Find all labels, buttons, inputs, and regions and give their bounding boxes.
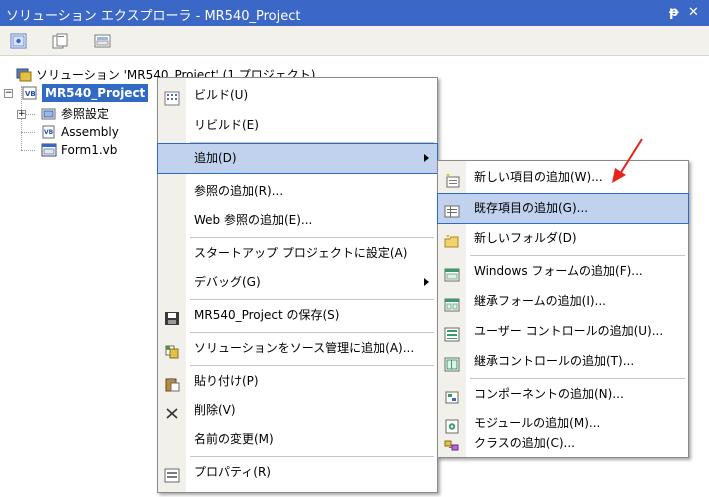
properties-icon — [164, 465, 180, 483]
form-file-icon — [41, 143, 57, 157]
windows-form-icon — [444, 264, 460, 282]
delete-icon — [164, 403, 180, 419]
svg-text:VB: VB — [44, 129, 54, 136]
submenu-item-add-inherited-control[interactable]: 継承コントロールの追加(T)... — [438, 347, 688, 376]
submenu-item-add-user-control[interactable]: ユーザー コントロールの追加(U)... — [438, 317, 688, 346]
submenu-arrow-icon — [424, 154, 429, 162]
properties-icon[interactable] — [10, 33, 28, 49]
menu-item-properties[interactable]: プロパティ(R) — [158, 458, 437, 487]
tree-child-label: 参照設定 — [61, 107, 110, 121]
build-icon — [164, 88, 180, 106]
menu-item-rename[interactable]: 名前の変更(M) — [158, 425, 437, 454]
project-label: MR540_Project — [42, 84, 149, 102]
menu-item-build[interactable]: ビルド(U) — [158, 81, 437, 110]
component-icon — [444, 387, 460, 404]
window-title: ソリューション エクスプローラ - MR540_Project — [6, 9, 301, 24]
user-control-icon — [444, 324, 460, 342]
tree-child-label: Assembly — [61, 125, 119, 139]
new-item-icon — [444, 170, 460, 188]
menu-item-debug[interactable]: デバッグ(G) — [158, 268, 437, 297]
submenu-item-new-item[interactable]: 新しい項目の追加(W)... — [438, 163, 688, 192]
save-icon — [164, 308, 180, 325]
menu-item-add[interactable]: 追加(D) — [157, 143, 438, 174]
collapse-project-icon[interactable]: − — [4, 89, 13, 98]
svg-text:VB: VB — [25, 90, 36, 98]
menu-item-add-source-control[interactable]: ソリューションをソース管理に追加(A)... — [158, 334, 437, 363]
references-icon — [41, 107, 57, 121]
new-folder-icon — [444, 231, 460, 248]
show-all-files-icon[interactable] — [52, 33, 70, 49]
submenu-item-add-class[interactable]: クラスの追加(C)... — [438, 429, 688, 457]
submenu-arrow-icon — [424, 278, 429, 286]
menu-item-save-project[interactable]: MR540_Project の保存(S) — [158, 301, 437, 330]
menu-item-add-reference[interactable]: 参照の追加(R)... — [158, 177, 437, 206]
close-icon[interactable]: ✕ — [688, 5, 699, 20]
existing-item-icon — [444, 201, 460, 218]
menu-item-add-web-reference[interactable]: Web 参照の追加(E)... — [158, 206, 437, 235]
inherited-control-icon — [444, 354, 460, 372]
source-control-icon — [164, 341, 180, 359]
submenu-item-add-inherited-form[interactable]: 継承フォームの追加(I)... — [438, 287, 688, 316]
paste-icon — [164, 374, 180, 392]
submenu-item-new-folder[interactable]: 新しいフォルダ(D) — [438, 224, 688, 253]
project-context-menu: ビルド(U) リビルド(E) 追加(D) 参照の追加(R)... Web 参照の… — [157, 77, 438, 493]
solution-explorer-toolbar — [0, 26, 709, 56]
submenu-item-add-existing[interactable]: 既存項目の追加(G)... — [437, 193, 689, 224]
refresh-icon[interactable] — [94, 33, 112, 49]
window-titlebar: ソリューション エクスプローラ - MR540_Project ᵽ ✕ — [0, 0, 709, 26]
expand-references-icon[interactable]: + — [17, 110, 26, 119]
class-icon — [444, 435, 460, 451]
menu-item-set-startup[interactable]: スタートアップ プロジェクトに設定(A) — [158, 239, 437, 268]
inherited-form-icon — [444, 294, 460, 312]
vb-project-icon: VB — [22, 86, 38, 100]
submenu-item-add-windows-form[interactable]: Windows フォームの追加(F)... — [438, 257, 688, 286]
menu-item-rebuild[interactable]: リビルド(E) — [158, 111, 437, 140]
pin-icon[interactable]: ᵽ — [669, 5, 679, 20]
tree-child-label: Form1.vb — [61, 143, 118, 157]
menu-item-delete[interactable]: 削除(V) — [158, 396, 437, 425]
solution-icon — [16, 68, 32, 82]
menu-item-paste[interactable]: 貼り付け(P) — [158, 367, 437, 396]
submenu-item-add-component[interactable]: コンポーネントの追加(N)... — [438, 380, 688, 409]
add-submenu: 新しい項目の追加(W)... 既存項目の追加(G)... 新しいフォルダ(D) … — [437, 160, 689, 458]
vb-file-icon: VB — [41, 125, 57, 139]
